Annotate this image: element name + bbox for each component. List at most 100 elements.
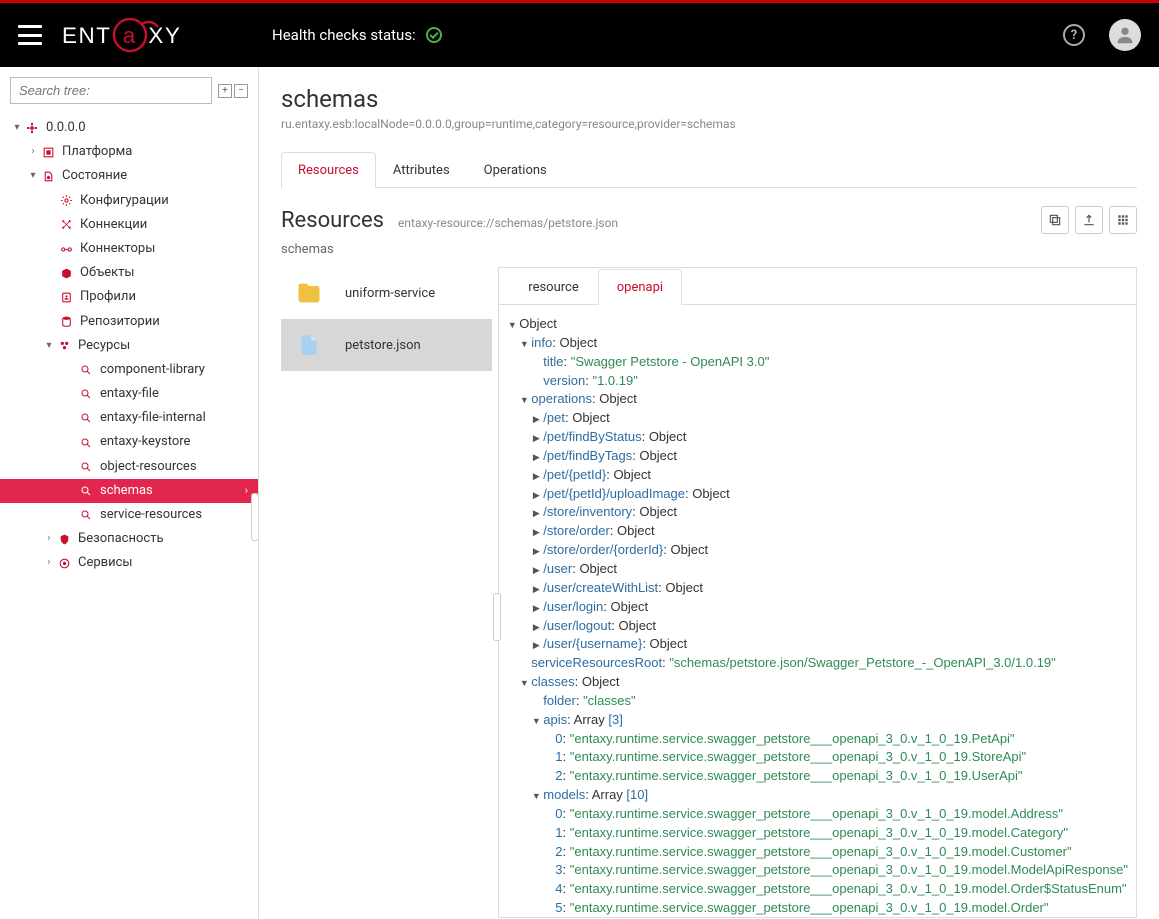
menu-toggle-icon[interactable] (18, 25, 42, 45)
resource-file[interactable]: petstore.json (281, 319, 492, 371)
detail-tab-resource[interactable]: resource (509, 269, 597, 305)
tree-repos[interactable]: Репозитории (0, 310, 258, 334)
detail-resize-handle[interactable] (493, 593, 501, 641)
json-row[interactable]: ▶/pet: Object (507, 409, 1128, 428)
json-row[interactable]: ▶/user/logout: Object (507, 617, 1128, 636)
resource-name: petstore.json (345, 338, 421, 353)
json-row[interactable]: ▶/user/{username}: Object (507, 635, 1128, 654)
tree-services[interactable]: ›Сервисы (0, 551, 258, 575)
chevron-right-icon: › (245, 483, 248, 498)
breadcrumb[interactable]: schemas (281, 242, 1137, 257)
page-subtitle: ru.entaxy.esb:localNode=0.0.0.0,group=ru… (281, 117, 1137, 131)
json-row[interactable]: 5: "entaxy.runtime.service.swagger_petst… (507, 899, 1128, 917)
upload-button[interactable] (1075, 206, 1103, 234)
json-row[interactable]: ▶/user/login: Object (507, 598, 1128, 617)
json-row[interactable]: ▶/pet/{petId}/uploadImage: Object (507, 485, 1128, 504)
json-row[interactable]: 2: "entaxy.runtime.service.swagger_petst… (507, 843, 1128, 862)
json-row[interactable]: ▼classes: Object (507, 673, 1128, 692)
json-row[interactable]: ▶/pet/{petId}: Object (507, 466, 1128, 485)
resource-icon (78, 483, 94, 499)
tree-service-resources[interactable]: service-resources (0, 503, 258, 527)
json-row[interactable]: ▼models: Array [10] (507, 786, 1128, 805)
section-path: entaxy-resource://schemas/petstore.json (398, 216, 618, 230)
resource-icon (78, 459, 94, 475)
json-row[interactable]: 1: "entaxy.runtime.service.swagger_petst… (507, 748, 1128, 767)
json-row[interactable]: 1: "entaxy.runtime.service.swagger_petst… (507, 824, 1128, 843)
json-row[interactable]: ▶/pet/findByTags: Object (507, 447, 1128, 466)
section-title: Resources (281, 208, 384, 233)
json-row[interactable]: 2: "entaxy.runtime.service.swagger_petst… (507, 767, 1128, 786)
json-row[interactable]: ▶/pet/findByStatus: Object (507, 428, 1128, 447)
json-row[interactable]: version: "1.0.19" (507, 372, 1128, 391)
resource-detail: resource openapi ▼Object▼info: Objecttit… (498, 267, 1137, 918)
tree-schemas[interactable]: schemas› (0, 479, 258, 503)
json-row[interactable]: title: "Swagger Petstore - OpenAPI 3.0" (507, 353, 1128, 372)
json-row[interactable]: ▼Object (507, 315, 1128, 334)
json-row[interactable]: ▶/store/order: Object (507, 522, 1128, 541)
tree-config[interactable]: Конфигурации (0, 189, 258, 213)
tree-connections[interactable]: Коннекции (0, 213, 258, 237)
cube-icon (58, 265, 74, 281)
detail-tab-openapi[interactable]: openapi (598, 269, 682, 305)
node-icon (24, 120, 40, 136)
json-viewer[interactable]: ▼Object▼info: Objecttitle: "Swagger Pets… (499, 305, 1136, 917)
main-content: schemas ru.entaxy.esb:localNode=0.0.0.0,… (259, 67, 1159, 919)
shield-icon (56, 531, 72, 547)
svg-text:a: a (123, 23, 136, 48)
json-row[interactable]: folder: "classes" (507, 692, 1128, 711)
tree-entaxy-keystore[interactable]: entaxy-keystore (0, 430, 258, 454)
topbar: ENT a XY Health checks status: ? (0, 0, 1159, 67)
tree-connectors[interactable]: Коннекторы (0, 237, 258, 261)
connectors-icon (58, 241, 74, 257)
json-row[interactable]: 4: "entaxy.runtime.service.swagger_petst… (507, 880, 1128, 899)
json-row[interactable]: ▶/user/createWithList: Object (507, 579, 1128, 598)
resource-folder[interactable]: uniform-service (281, 267, 492, 319)
help-icon[interactable]: ? (1063, 24, 1085, 46)
json-row[interactable]: 0: "entaxy.runtime.service.swagger_petst… (507, 805, 1128, 824)
avatar[interactable] (1109, 19, 1141, 51)
json-row[interactable]: ▼apis: Array [3] (507, 711, 1128, 730)
state-icon (40, 168, 56, 184)
tree-component-library[interactable]: component-library (0, 358, 258, 382)
sidebar-resize-handle[interactable] (251, 493, 259, 541)
collapse-all-icon[interactable]: − (234, 84, 248, 98)
tree-entaxy-file-internal[interactable]: entaxy-file-internal (0, 406, 258, 430)
json-row[interactable]: ▼operations: Object (507, 390, 1128, 409)
json-row[interactable]: ▶/store/order/{orderId}: Object (507, 541, 1128, 560)
resource-name: uniform-service (345, 286, 435, 301)
tree-security[interactable]: ›Безопасность (0, 527, 258, 551)
tree-entaxy-file[interactable]: entaxy-file (0, 382, 258, 406)
main-tabs: Resources Attributes Operations (281, 151, 1137, 188)
json-row[interactable]: ▶/user: Object (507, 560, 1128, 579)
gear-icon (58, 193, 74, 209)
resource-icon (78, 435, 94, 451)
json-row[interactable]: serviceResourcesRoot: "schemas/petstore.… (507, 654, 1128, 673)
health-status: Health checks status: (272, 26, 442, 44)
copy-button[interactable] (1041, 206, 1069, 234)
json-row[interactable]: ▼info: Object (507, 334, 1128, 353)
services-icon (56, 555, 72, 571)
tree-object-resources[interactable]: object-resources (0, 455, 258, 479)
json-row[interactable]: 0: "entaxy.runtime.service.swagger_petst… (507, 730, 1128, 749)
logo: ENT a XY (62, 15, 222, 55)
tree-platform[interactable]: › Платформа (0, 140, 258, 164)
tree-root[interactable]: ▾ 0.0.0.0 (0, 116, 258, 140)
resources-icon (56, 338, 72, 354)
svg-text:XY: XY (148, 23, 181, 48)
tab-operations[interactable]: Operations (467, 152, 564, 188)
json-row[interactable]: 3: "entaxy.runtime.service.swagger_petst… (507, 861, 1128, 880)
tree-state[interactable]: ▾ Состояние (0, 164, 258, 188)
resource-icon (78, 362, 94, 378)
expand-all-icon[interactable]: + (218, 84, 232, 98)
health-label: Health checks status: (272, 26, 416, 44)
tree-resources[interactable]: ▾ Ресурсы (0, 334, 258, 358)
grid-button[interactable] (1109, 206, 1137, 234)
tree-profiles[interactable]: Профили (0, 285, 258, 309)
json-row[interactable]: ▶/store/inventory: Object (507, 503, 1128, 522)
tab-attributes[interactable]: Attributes (376, 152, 467, 188)
tree-objects[interactable]: Объекты (0, 261, 258, 285)
search-input[interactable] (10, 77, 212, 104)
tree: ▾ 0.0.0.0 › Платформа ▾ Состояние Конфиг… (0, 116, 258, 576)
tab-resources[interactable]: Resources (281, 152, 376, 188)
svg-text:ENT: ENT (62, 23, 112, 48)
